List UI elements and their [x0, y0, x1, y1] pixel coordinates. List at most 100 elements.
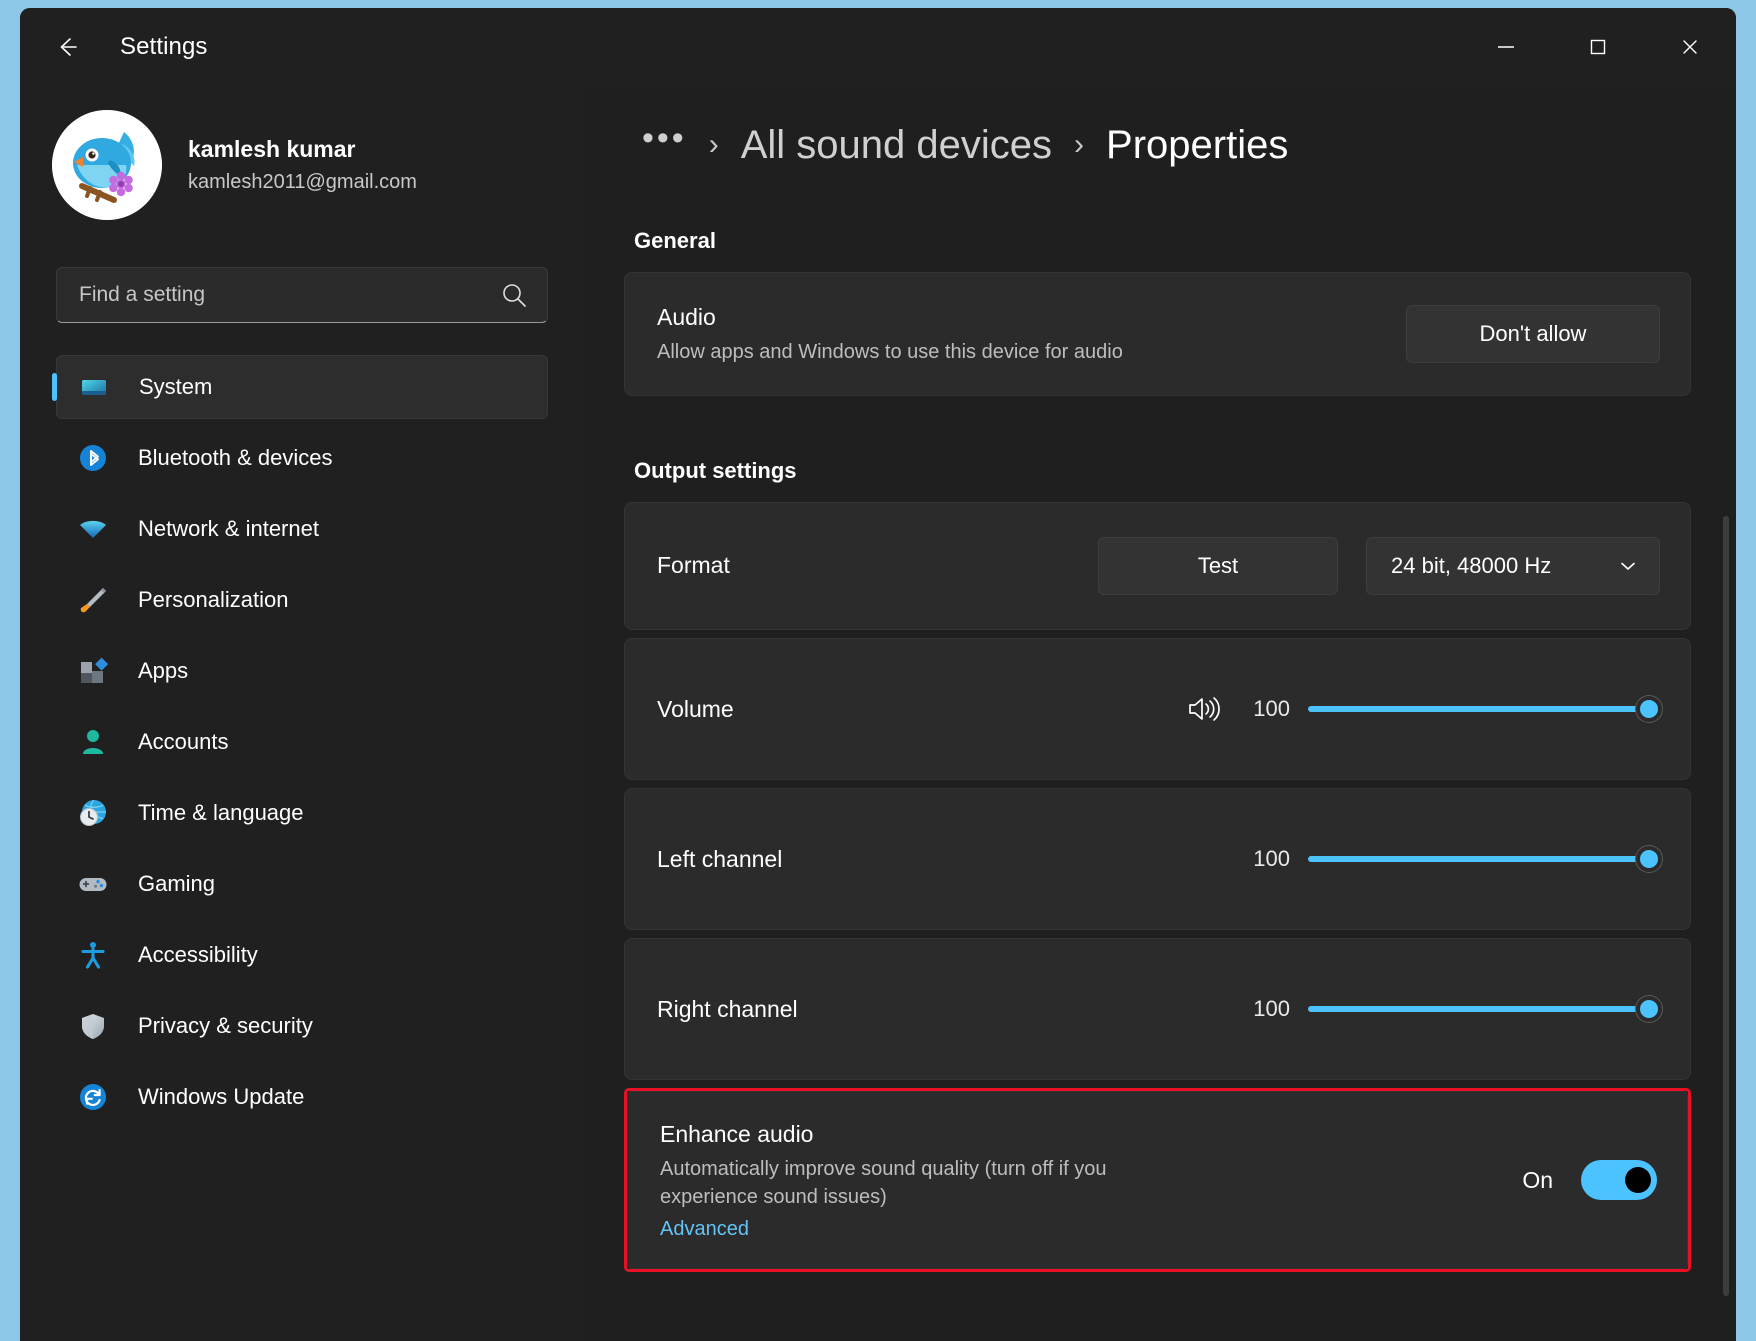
maximize-button[interactable]: [1552, 8, 1644, 86]
sidebar-item-accounts[interactable]: Accounts: [56, 710, 548, 774]
sidebar-item-label: System: [139, 374, 213, 399]
volume-slider[interactable]: [1308, 692, 1662, 726]
sidebar-item-personalization[interactable]: Personalization: [56, 568, 548, 632]
sidebar-item-apps[interactable]: Apps: [56, 639, 548, 703]
sidebar-item-windows-update[interactable]: Windows Update: [56, 1065, 548, 1129]
profile-text: kamlesh kumar kamlesh2011@gmail.com: [188, 134, 417, 195]
sidebar-item-time-language[interactable]: Time & language: [56, 781, 548, 845]
sidebar-item-label: Apps: [138, 658, 189, 683]
advanced-link[interactable]: Advanced: [660, 1218, 749, 1241]
audio-card-title: Audio: [657, 303, 716, 330]
audio-setting-card: Audio Allow apps and Windows to use this…: [624, 272, 1691, 396]
right-channel-slider[interactable]: [1308, 992, 1662, 1026]
person-icon: [74, 723, 112, 761]
content-scrollbar[interactable]: [1723, 516, 1729, 1296]
window-controls: [1460, 8, 1736, 86]
test-button[interactable]: Test: [1098, 537, 1338, 595]
breadcrumb: ••• › All sound devices › Properties: [624, 86, 1736, 204]
section-heading-output-settings: Output settings: [634, 458, 797, 483]
dont-allow-button[interactable]: Don't allow: [1406, 305, 1660, 363]
search-box[interactable]: [56, 267, 548, 323]
profile-email: kamlesh2011@gmail.com: [188, 170, 417, 193]
sidebar-item-label: Accessibility: [138, 942, 258, 967]
profile-name: kamlesh kumar: [188, 136, 356, 163]
sidebar-item-network-internet[interactable]: Network & internet: [56, 497, 548, 561]
speaker-icon: [1189, 697, 1220, 721]
sidebar-item-accessibility[interactable]: Accessibility: [56, 923, 548, 987]
page-title: Properties: [1106, 122, 1289, 167]
sidebar-item-gaming[interactable]: Gaming: [56, 852, 548, 916]
format-label-wrap: Format: [657, 550, 1098, 581]
sidebar-item-label: Network & internet: [138, 516, 319, 541]
sidebar-item-label: Personalization: [138, 587, 289, 612]
bird-avatar-icon: [52, 110, 162, 220]
right-channel-label: Right channel: [657, 995, 798, 1022]
sidebar-item-label: Windows Update: [138, 1084, 305, 1109]
minimize-button[interactable]: [1460, 8, 1552, 86]
breadcrumb-separator-icon: ›: [708, 128, 719, 161]
audio-card-subtitle: Allow apps and Windows to use this devic…: [657, 340, 1123, 363]
sidebar-item-label: Privacy & security: [138, 1013, 313, 1038]
right-channel-slider-thumb[interactable]: [1636, 996, 1662, 1022]
left-channel-slider[interactable]: [1308, 842, 1662, 876]
left-channel-setting-row: Left channel 100: [624, 788, 1691, 930]
avatar: [52, 110, 162, 220]
sidebar-item-label: Accounts: [138, 729, 229, 754]
left-channel-label-wrap: Left channel: [657, 846, 1240, 873]
app-title: Settings: [120, 33, 208, 60]
enhance-audio-toggle[interactable]: [1581, 1160, 1657, 1200]
title-bar: Settings: [20, 8, 1736, 86]
back-button[interactable]: [44, 24, 90, 70]
close-button[interactable]: [1644, 8, 1736, 86]
left-channel-slider-track: [1308, 856, 1660, 862]
close-icon: [1683, 40, 1697, 54]
apps-icon: [74, 652, 112, 690]
volume-label: Volume: [657, 695, 734, 722]
enhance-audio-title: Enhance audio: [660, 1120, 814, 1147]
user-profile[interactable]: kamlesh kumar kamlesh2011@gmail.com: [52, 110, 582, 220]
paintbrush-icon: [74, 581, 112, 619]
bluetooth-icon: [74, 439, 112, 477]
sidebar-item-label: Bluetooth & devices: [138, 445, 333, 470]
right-channel-label-wrap: Right channel: [657, 996, 1240, 1023]
enhance-audio-toggle-group: On: [1522, 1160, 1657, 1200]
right-channel-setting-row: Right channel 100: [624, 938, 1691, 1080]
volume-slider-track: [1308, 706, 1660, 712]
refresh-icon: [74, 1078, 112, 1116]
volume-value: 100: [1253, 696, 1290, 721]
volume-slider-thumb[interactable]: [1636, 696, 1662, 722]
minimize-icon: [1498, 46, 1514, 48]
search-input[interactable]: [79, 283, 499, 307]
section-heading-general: General: [634, 228, 716, 253]
back-arrow-icon: [60, 38, 77, 56]
left-channel-slider-thumb[interactable]: [1636, 846, 1662, 872]
clock-globe-icon: [74, 794, 112, 832]
sidebar-item-bluetooth-devices[interactable]: Bluetooth & devices: [56, 426, 548, 490]
sidebar-item-system[interactable]: System: [56, 355, 548, 419]
enhance-audio-setting-row: Enhance audio Automatically improve soun…: [627, 1091, 1688, 1269]
left-channel-value: 100: [1253, 846, 1290, 871]
left-channel-label: Left channel: [657, 845, 783, 872]
format-label: Format: [657, 552, 730, 579]
accessibility-icon: [74, 936, 112, 974]
sidebar-item-privacy-security[interactable]: Privacy & security: [56, 994, 548, 1058]
breadcrumb-link-all-sound-devices[interactable]: All sound devices: [741, 123, 1052, 168]
left-channel-control-group: 100: [1240, 842, 1662, 876]
right-channel-control-group: 100: [1240, 992, 1662, 1026]
gamepad-icon: [74, 865, 112, 903]
format-dropdown[interactable]: 24 bit, 48000 Hz: [1366, 537, 1660, 595]
sidebar-item-label: Time & language: [138, 800, 304, 825]
sidebar: kamlesh kumar kamlesh2011@gmail.com Find…: [20, 86, 582, 1341]
volume-control-group: 100: [1186, 692, 1662, 726]
toggle-knob: [1625, 1167, 1651, 1193]
main-content: ••• › All sound devices › Properties Gen…: [582, 86, 1736, 1341]
format-setting-row: Format Test 24 bit, 48000 Hz: [624, 502, 1691, 630]
enhance-audio-toggle-state: On: [1522, 1166, 1553, 1193]
enhance-audio-text: Enhance audio Automatically improve soun…: [660, 1119, 1522, 1242]
sidebar-nav: System Bluetooth & devices Network & int…: [20, 355, 582, 1129]
breadcrumb-overflow-button[interactable]: •••: [642, 121, 687, 169]
volume-label-wrap: Volume: [657, 696, 1186, 723]
right-channel-value: 100: [1253, 996, 1290, 1021]
breadcrumb-separator-icon: ›: [1074, 128, 1085, 161]
wifi-icon: [74, 510, 112, 548]
